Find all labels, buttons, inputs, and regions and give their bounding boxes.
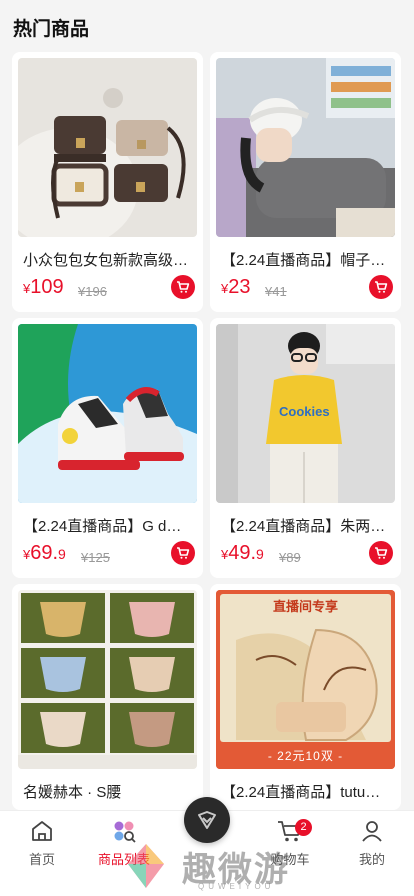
product-image[interactable] xyxy=(216,58,395,237)
cart-icon xyxy=(375,281,388,293)
header: 热门商品 xyxy=(0,0,414,52)
tab-profile[interactable]: 我的 xyxy=(331,817,413,868)
add-to-cart-button[interactable] xyxy=(171,541,195,565)
product-image[interactable]: Cookies xyxy=(216,324,395,503)
tab-home[interactable]: 首页 xyxy=(1,817,83,868)
product-card[interactable]: 小众包包女包新款高级感… ¥109 ¥196 xyxy=(12,52,203,312)
watermark-subtext: QUWEIYOU xyxy=(198,882,275,891)
product-title: 【2.24直播商品】朱两… xyxy=(221,518,386,535)
product-card[interactable]: 名媛赫本 · S腰 xyxy=(12,584,203,810)
product-card[interactable]: 【2.24直播商品】帽子… ¥23 ¥41 xyxy=(210,52,401,312)
cart-count-badge: 2 xyxy=(295,819,312,836)
add-to-cart-button[interactable] xyxy=(369,541,393,565)
price-decimal: 9 xyxy=(58,546,66,562)
product-title: 名媛赫本 · S腰 xyxy=(23,784,122,801)
product-card[interactable]: Cookies 【2.24直播商品】朱两… ¥49.9 ¥89 xyxy=(210,318,401,578)
page-title: 热门商品 xyxy=(13,19,90,40)
svg-text:Cookies: Cookies xyxy=(279,404,330,419)
tab-label: 首页 xyxy=(28,852,55,867)
live-center-icon xyxy=(198,811,216,829)
watermark-logo-icon xyxy=(128,844,164,888)
watermark: 趣微游 QUWEIYOU xyxy=(118,840,318,892)
live-banner-bottom: - 22元10双 - xyxy=(267,749,344,763)
original-price: ¥196 xyxy=(78,284,107,299)
original-price: ¥89 xyxy=(279,550,301,565)
product-title: 【2.24直播商品】帽子… xyxy=(221,252,386,269)
add-to-cart-button[interactable] xyxy=(171,275,195,299)
home-icon xyxy=(32,821,52,841)
price-integer: 49. xyxy=(228,542,257,564)
product-price: ¥109 xyxy=(23,276,64,299)
price-integer: 23 xyxy=(228,276,251,298)
product-card[interactable]: 【2.24直播商品】G d… ¥69.9 ¥125 xyxy=(12,318,203,578)
original-price: ¥125 xyxy=(81,550,110,565)
cart-icon xyxy=(177,281,190,293)
price-decimal: 9 xyxy=(256,546,264,562)
add-to-cart-button[interactable] xyxy=(369,275,393,299)
product-title: 【2.24直播商品】tutu… xyxy=(221,784,381,801)
price-integer: 109 xyxy=(30,276,64,298)
live-banner-top: 直播间专享 xyxy=(272,599,338,614)
product-card[interactable]: 直播间专享 - 22元10双 - 【2.24直播商品】tutu… xyxy=(210,584,401,810)
original-price: ¥41 xyxy=(265,284,287,299)
product-image[interactable]: 直播间专享 - 22元10双 - xyxy=(216,590,395,769)
live-center-button[interactable] xyxy=(184,797,230,843)
product-title: 【2.24直播商品】G d… xyxy=(23,518,182,535)
product-image[interactable] xyxy=(18,58,197,237)
price-integer: 69. xyxy=(30,542,59,564)
profile-icon xyxy=(362,821,382,842)
product-image[interactable] xyxy=(18,590,197,769)
product-title: 小众包包女包新款高级感… xyxy=(23,252,195,269)
product-image[interactable] xyxy=(18,324,197,503)
tab-label: 我的 xyxy=(358,852,385,867)
cart-icon xyxy=(375,547,388,559)
product-price: ¥23 xyxy=(221,276,250,299)
product-price: ¥49.9 xyxy=(221,542,264,565)
product-price: ¥69.9 xyxy=(23,542,66,565)
cart-icon xyxy=(177,547,190,559)
